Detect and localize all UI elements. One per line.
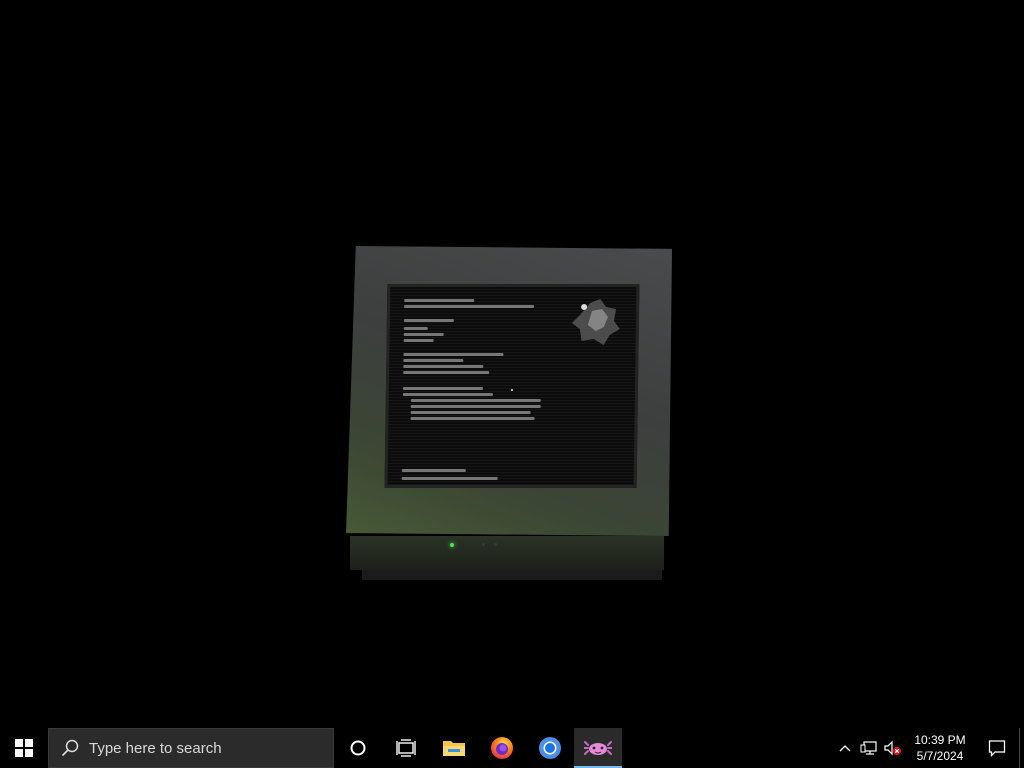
- screen-logo-icon: [571, 299, 620, 345]
- terminal-line: [402, 387, 483, 390]
- monitor-knob: [482, 543, 485, 546]
- terminal-line: [403, 333, 444, 336]
- terminal-line: [404, 305, 535, 308]
- network-button[interactable]: [857, 728, 881, 768]
- search-icon: [61, 739, 79, 757]
- clock-date: 5/7/2024: [916, 749, 964, 763]
- terminal-line: [403, 359, 464, 362]
- monitor-screen: [384, 284, 640, 488]
- search-placeholder: Type here to search: [89, 739, 222, 757]
- monitor-stand: [362, 570, 662, 580]
- action-center-button[interactable]: [975, 728, 1019, 768]
- terminal-line: [403, 365, 484, 368]
- terminal-line: [410, 405, 541, 408]
- volume-button[interactable]: [881, 728, 905, 768]
- active-app-button[interactable]: [574, 728, 622, 768]
- terminal-line: [401, 477, 498, 480]
- folder-icon: [443, 741, 465, 756]
- power-led: [450, 543, 454, 547]
- windows-logo-icon: [15, 739, 33, 757]
- clock[interactable]: 10:39 PM 5/7/2024: [905, 732, 975, 764]
- monitor-base: [350, 536, 664, 570]
- taskbar: Type here to search 10:39 PM 5/7/2024: [0, 728, 1024, 768]
- file-explorer-button[interactable]: [430, 728, 478, 768]
- firefox-button[interactable]: [478, 728, 526, 768]
- terminal-line: [401, 469, 466, 472]
- clock-time: 10:39 PM: [914, 733, 966, 747]
- show-desktop-button[interactable]: [1019, 728, 1024, 768]
- volume-muted-icon: [884, 740, 901, 756]
- network-icon: [860, 741, 877, 755]
- terminal-line: [404, 299, 475, 302]
- terminal-line: [403, 327, 428, 330]
- terminal-line: [403, 371, 490, 374]
- cortana-ring-icon: [350, 740, 366, 756]
- show-hidden-icons-button[interactable]: [833, 728, 857, 768]
- task-view-button[interactable]: [382, 728, 430, 768]
- chevron-up-icon: [839, 745, 851, 752]
- terminal-line: [410, 411, 531, 414]
- cortana-button[interactable]: [334, 728, 382, 768]
- terminal-line: [410, 417, 535, 420]
- chrome-button[interactable]: [526, 728, 574, 768]
- task-view-icon: [396, 739, 416, 757]
- system-tray: 10:39 PM 5/7/2024: [833, 728, 1024, 768]
- terminal-line: [402, 393, 493, 396]
- screen-cursor: [510, 389, 513, 391]
- terminal-line: [410, 399, 541, 402]
- terminal-line: [403, 353, 504, 356]
- chrome-icon: [539, 737, 561, 759]
- search-box[interactable]: Type here to search: [48, 728, 334, 768]
- notification-icon: [988, 740, 1006, 757]
- axolotl-icon: [584, 741, 612, 755]
- terminal-line: [403, 319, 454, 322]
- firefox-icon: [491, 737, 513, 759]
- crt-monitor-image: [346, 246, 672, 580]
- terminal-line: [403, 339, 434, 342]
- monitor-knob: [494, 543, 497, 546]
- start-button[interactable]: [0, 728, 48, 768]
